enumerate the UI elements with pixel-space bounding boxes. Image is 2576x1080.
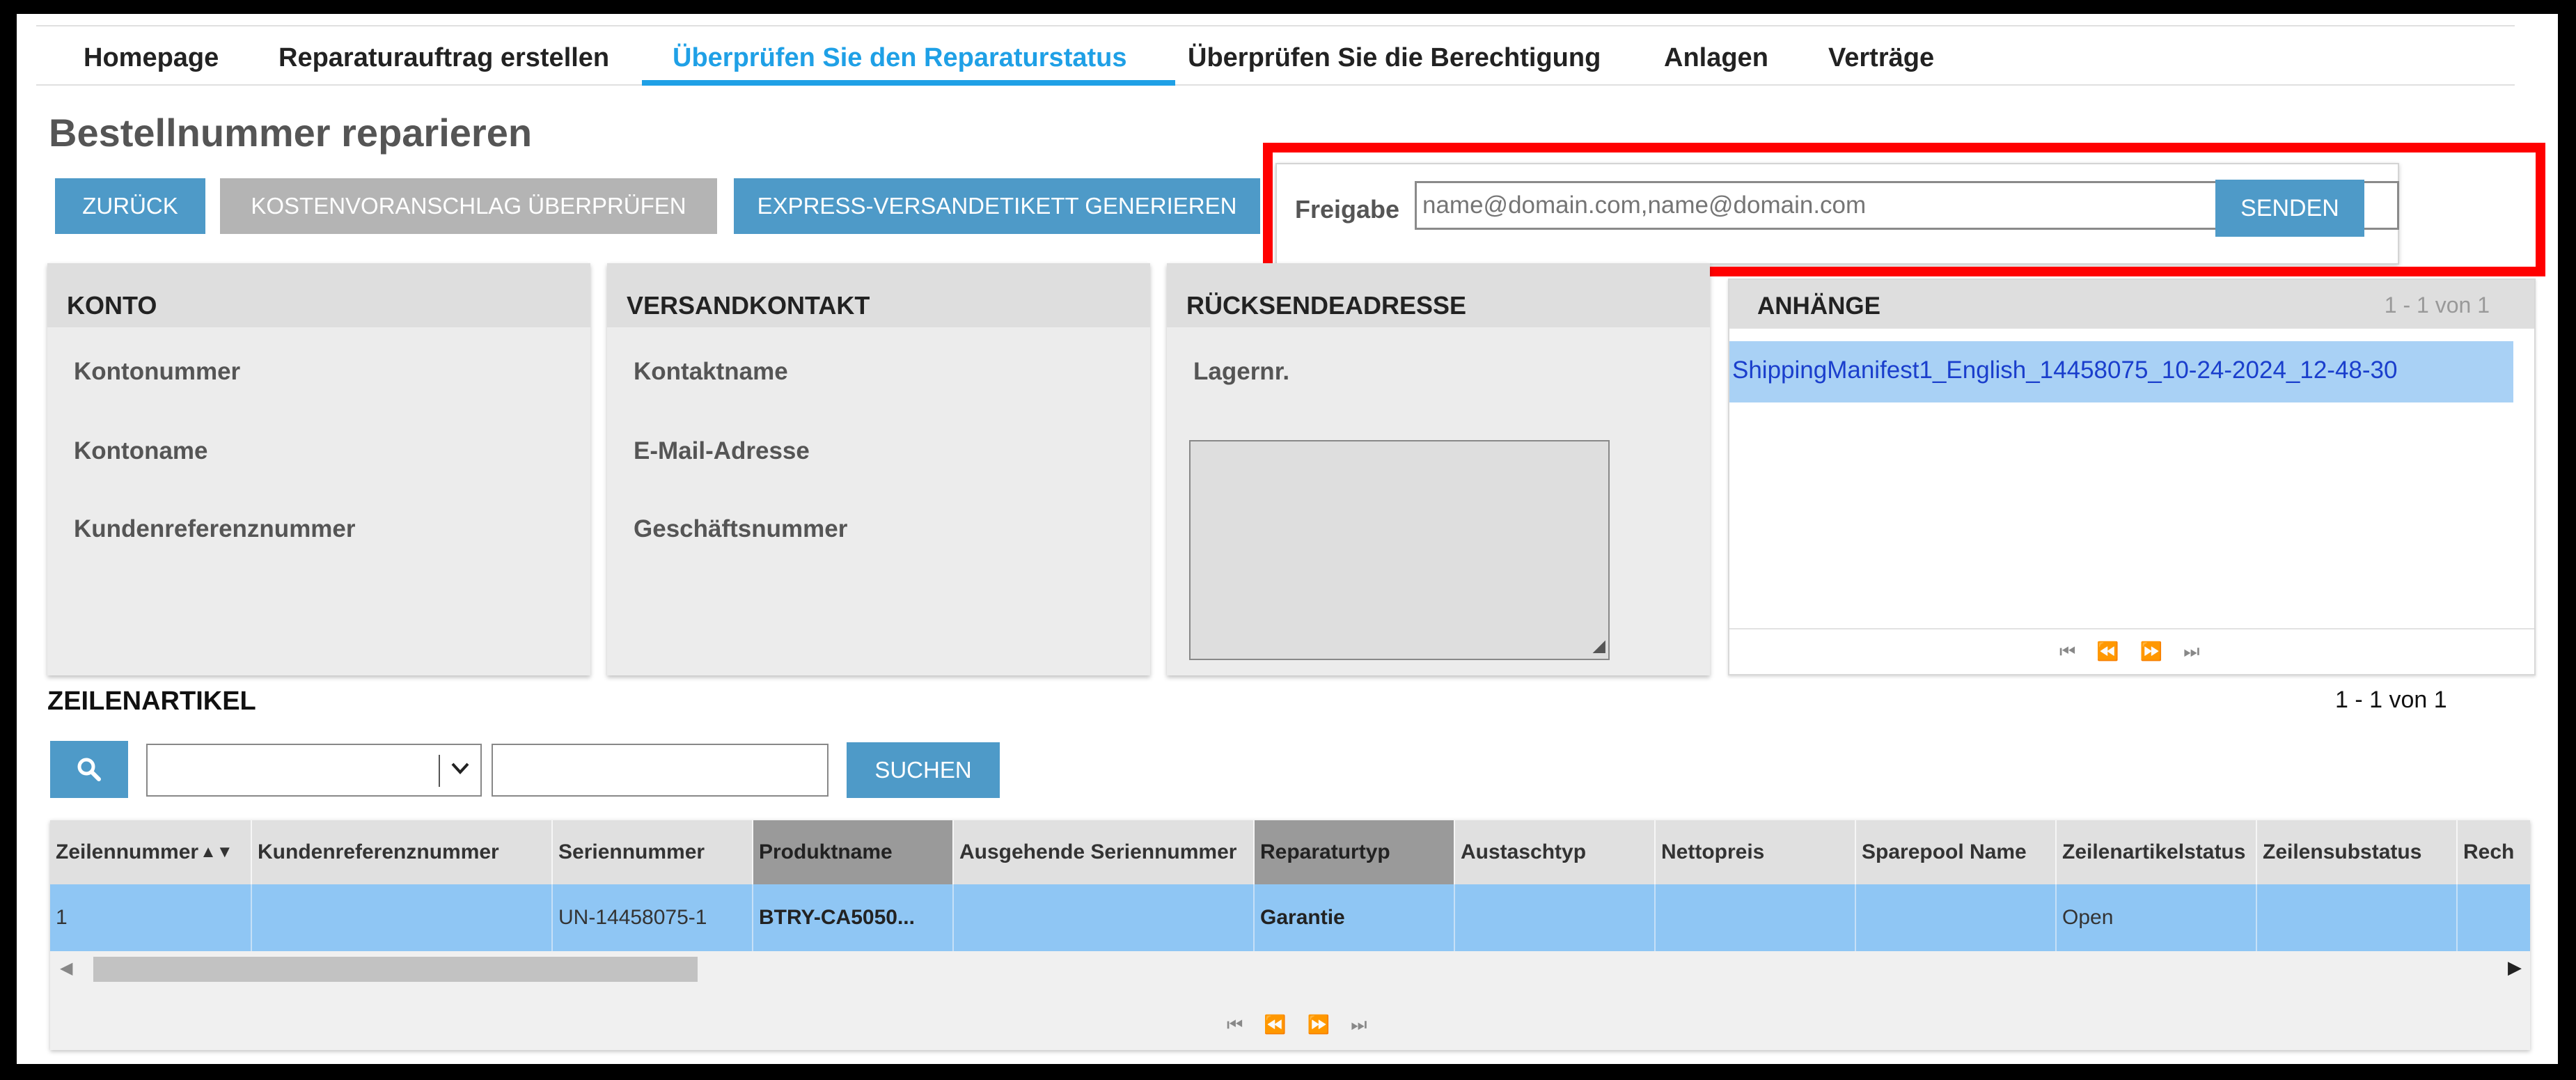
warehouse-number-label: Lagernr. bbox=[1193, 358, 1290, 385]
account-panel-header: KONTO bbox=[47, 263, 590, 327]
shipping-contact-panel-header: VERSANDKONTAKT bbox=[607, 263, 1150, 327]
cell-invoice bbox=[2458, 884, 2530, 951]
first-page-icon[interactable]: ⏮ bbox=[1227, 1014, 1243, 1036]
cell-outgoing-serial bbox=[954, 884, 1255, 951]
return-address-textarea[interactable]: ◢ bbox=[1189, 440, 1610, 660]
column-header-line-number[interactable]: Zeilennummer ▲▼ bbox=[50, 820, 252, 884]
attachments-panel-header: ANHÄNGE 1 - 1 von 1 bbox=[1729, 280, 2534, 329]
cell-line-number: 1 bbox=[50, 884, 252, 951]
account-name-label: Kontoname bbox=[74, 437, 208, 464]
attachments-panel: ANHÄNGE 1 - 1 von 1 ShippingManifest1_En… bbox=[1728, 279, 2536, 675]
attachment-row[interactable]: ShippingManifest1_English_14458075_10-24… bbox=[1729, 341, 2513, 402]
column-header-repair-type[interactable]: Reparaturtyp bbox=[1255, 820, 1455, 884]
search-button[interactable]: SUCHEN bbox=[847, 742, 1000, 798]
generate-express-label-button[interactable]: EXPRESS-VERSANDETIKETT GENERIEREN bbox=[734, 178, 1260, 234]
first-page-icon[interactable]: ⏮ bbox=[2059, 641, 2075, 663]
select-separator bbox=[439, 755, 440, 787]
column-header-product-name[interactable]: Produktname bbox=[753, 820, 954, 884]
shipping-contact-panel-title: VERSANDKONTAKT bbox=[627, 291, 870, 320]
cell-sparepool-name bbox=[1856, 884, 2057, 951]
search-field-select[interactable] bbox=[146, 744, 482, 797]
chevron-down-icon[interactable] bbox=[450, 758, 471, 785]
scroll-right-icon[interactable]: ▶ bbox=[2508, 957, 2522, 978]
last-page-icon[interactable]: ⏭ bbox=[2183, 641, 2199, 663]
email-address-label: E-Mail-Adresse bbox=[634, 437, 810, 464]
review-quote-button[interactable]: KOSTENVORANSCHLAG ÜBERPRÜFEN bbox=[220, 178, 717, 234]
column-header-customer-reference[interactable]: Kundenreferenznummer bbox=[252, 820, 553, 884]
grid-pager: ⏮ ⏪ ⏩ ⏭ bbox=[1227, 1014, 1367, 1036]
return-address-panel-title: RÜCKSENDEADRESSE bbox=[1186, 291, 1467, 320]
cell-serial-number: UN-14458075-1 bbox=[553, 884, 753, 951]
highlight-frame bbox=[1263, 143, 2545, 276]
attachment-link[interactable]: ShippingManifest1_English_14458075_10-24… bbox=[1732, 357, 2397, 384]
nav-repair-status[interactable]: Überprüfen Sie den Reparaturstatus bbox=[673, 43, 1126, 73]
cell-line-status: Open bbox=[2057, 884, 2257, 951]
grid-header-row: Zeilennummer ▲▼ Kundenreferenznummer Seri… bbox=[50, 820, 2530, 884]
column-header-invoice[interactable]: Rech bbox=[2458, 820, 2530, 884]
account-number-label: Kontonummer bbox=[74, 358, 241, 385]
nav-check-eligibility[interactable]: Überprüfen Sie die Berechtigung bbox=[1188, 43, 1601, 73]
line-items-grid: Zeilennummer ▲▼ Kundenreferenznummer Seri… bbox=[50, 820, 2530, 1050]
column-header-net-price[interactable]: Nettopreis bbox=[1656, 820, 1856, 884]
horizontal-scrollbar[interactable]: ◀ ▶ bbox=[50, 953, 2530, 986]
cell-product-name: BTRY-CA5050... bbox=[753, 884, 954, 951]
attachments-pager: ⏮ ⏪ ⏩ ⏭ bbox=[1729, 628, 2534, 674]
prev-page-icon[interactable]: ⏪ bbox=[2096, 641, 2119, 663]
column-header-outgoing-serial[interactable]: Ausgehende Seriennummer bbox=[954, 820, 1255, 884]
app-window: Homepage Reparaturauftrag erstellen Über… bbox=[17, 14, 2558, 1064]
scrollbar-thumb[interactable] bbox=[93, 957, 698, 982]
search-icon bbox=[77, 758, 101, 781]
cell-line-substatus bbox=[2257, 884, 2458, 951]
resize-handle-icon[interactable]: ◢ bbox=[1593, 636, 1605, 656]
page-title: Bestellnummer reparieren bbox=[49, 111, 533, 155]
attachments-count: 1 - 1 von 1 bbox=[2384, 292, 2490, 318]
customer-reference-label: Kundenreferenznummer bbox=[74, 515, 356, 542]
scroll-left-icon[interactable]: ◀ bbox=[60, 958, 72, 978]
nav-divider bbox=[36, 84, 2515, 86]
cell-net-price bbox=[1656, 884, 1856, 951]
column-header-serial-number[interactable]: Seriennummer bbox=[553, 820, 753, 884]
line-items-count: 1 - 1 von 1 bbox=[2335, 687, 2447, 713]
cell-repair-type: Garantie bbox=[1255, 884, 1455, 951]
shipping-contact-panel: VERSANDKONTAKT Kontaktname E-Mail-Adress… bbox=[607, 263, 1150, 675]
back-button[interactable]: ZURÜCK bbox=[55, 178, 205, 234]
search-toggle-button[interactable] bbox=[50, 741, 128, 798]
search-input[interactable] bbox=[492, 744, 828, 797]
nav-assets[interactable]: Anlagen bbox=[1664, 43, 1768, 73]
account-panel: KONTO Kontonummer Kontoname Kundenrefere… bbox=[47, 263, 590, 675]
nav-homepage[interactable]: Homepage bbox=[84, 43, 219, 73]
business-number-label: Geschäftsnummer bbox=[634, 515, 848, 542]
sort-icon[interactable]: ▲▼ bbox=[200, 843, 233, 862]
cell-customer-reference bbox=[252, 884, 553, 951]
line-items-title: ZEILENARTIKEL bbox=[47, 687, 256, 716]
column-header-sparepool-name[interactable]: Sparepool Name bbox=[1856, 820, 2057, 884]
nav-contracts[interactable]: Verträge bbox=[1828, 43, 1934, 73]
prev-page-icon[interactable]: ⏪ bbox=[1264, 1014, 1286, 1036]
last-page-icon[interactable]: ⏭ bbox=[1351, 1014, 1367, 1036]
column-header-line-substatus[interactable]: Zeilensubstatus bbox=[2257, 820, 2458, 884]
active-tab-indicator bbox=[642, 80, 1175, 86]
attachments-title: ANHÄNGE bbox=[1757, 292, 1880, 320]
next-page-icon[interactable]: ⏩ bbox=[1307, 1014, 1330, 1036]
column-header-line-status[interactable]: Zeilenartikelstatus bbox=[2057, 820, 2257, 884]
return-address-panel: RÜCKSENDEADRESSE Lagernr. ◢ bbox=[1167, 263, 1710, 675]
cell-exchange-type bbox=[1455, 884, 1656, 951]
contact-name-label: Kontaktname bbox=[634, 358, 788, 385]
top-divider bbox=[36, 25, 2515, 26]
nav-create-repair-order[interactable]: Reparaturauftrag erstellen bbox=[278, 43, 609, 73]
account-panel-title: KONTO bbox=[67, 291, 157, 320]
table-row[interactable]: 1 UN-14458075-1 BTRY-CA5050... Garantie … bbox=[50, 884, 2530, 951]
next-page-icon[interactable]: ⏩ bbox=[2140, 641, 2162, 663]
column-header-exchange-type[interactable]: Austaschtyp bbox=[1455, 820, 1656, 884]
return-address-panel-header: RÜCKSENDEADRESSE bbox=[1167, 263, 1710, 327]
